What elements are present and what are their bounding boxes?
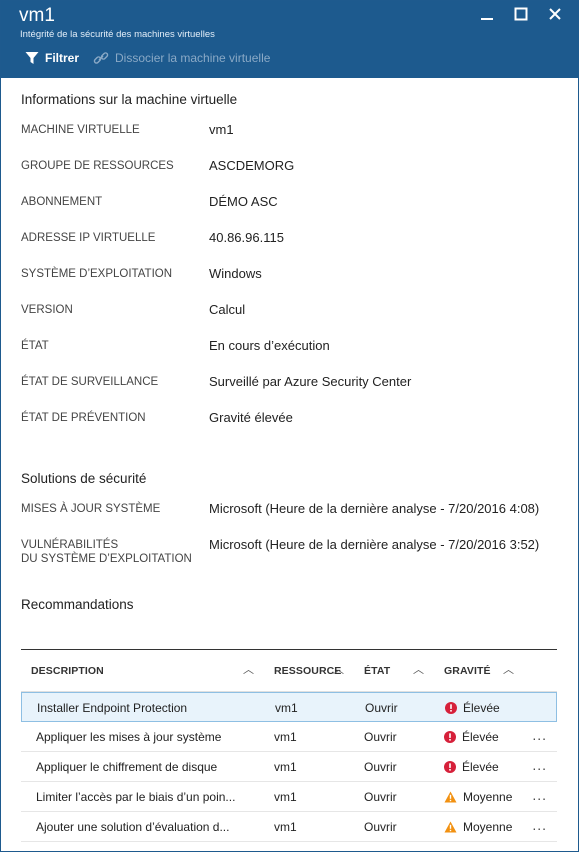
prop-label-monitoring: ÉTAT DE SURVEILLANCE	[21, 376, 159, 388]
prop-value-state: En cours d’exécution	[209, 338, 330, 353]
error-icon	[444, 731, 456, 743]
row-description: Limiter l’accès par le biais d’un poin..…	[36, 790, 236, 804]
table-row[interactable]: Installer Endpoint Protection vm1 Ouvrir…	[21, 692, 557, 722]
row-severity-label: Élevée	[462, 730, 499, 744]
maximize-icon	[514, 7, 528, 21]
minimize-button[interactable]	[478, 5, 496, 23]
table-row[interactable]: Appliquer le chiffrement de disque vm1 O…	[21, 752, 557, 782]
close-icon	[549, 8, 561, 20]
more-options-button[interactable]: ...	[532, 757, 547, 773]
row-description: Ajouter une solution d’évaluation d...	[36, 820, 230, 834]
row-resource: vm1	[274, 820, 297, 834]
prop-label-subscription: ABONNEMENT	[21, 196, 103, 208]
table-row[interactable]: Appliquer les mises à jour système vm1 O…	[21, 722, 557, 752]
filter-icon	[25, 52, 39, 64]
blade-subtitle: Intégrité de la sécurité des machines vi…	[20, 29, 215, 40]
table-row[interactable]: Ajouter une solution d’évaluation d... v…	[21, 812, 557, 842]
prop-label-vm: MACHINE VIRTUELLE	[21, 124, 140, 136]
row-severity-label: Moyenne	[463, 790, 513, 804]
row-resource: vm1	[274, 760, 297, 774]
error-icon	[444, 761, 456, 773]
row-resource: vm1	[274, 790, 297, 804]
filter-button[interactable]: Filtrer	[25, 51, 79, 65]
maximize-button[interactable]	[512, 5, 530, 23]
prop-label-os-vuln-line2: DU SYSTÈME D’EXPLOITATION	[21, 553, 192, 565]
vm-security-blade: vm1 Intégrité de la sécurité des machine…	[0, 0, 579, 852]
sort-state-icon[interactable]: ︿	[413, 661, 424, 677]
row-severity-label: Élevée	[462, 760, 499, 774]
detach-vm-button[interactable]: Dissocier la machine virtuelle	[93, 51, 270, 65]
prop-label-system-updates: MISES À JOUR SYSTÈME	[21, 503, 161, 515]
prop-value-os-vulnerabilities: Microsoft (Heure de la dernière analyse …	[209, 537, 540, 552]
recommendations-table: DESCRIPTION ︿ RESSOURCE ︿ ÉTAT ︿ GRAVITÉ…	[21, 649, 557, 842]
prop-value-ip: 40.86.96.115	[209, 230, 284, 245]
blade-title: vm1	[19, 5, 55, 26]
sort-description-icon[interactable]: ︿	[243, 661, 254, 677]
row-resource: vm1	[274, 730, 297, 744]
minimize-icon	[481, 18, 493, 20]
warning-icon	[444, 791, 457, 803]
error-icon	[445, 702, 457, 714]
prop-label-prevention: ÉTAT DE PRÉVENTION	[21, 412, 146, 424]
prop-label-state: ÉTAT	[21, 340, 49, 352]
prop-label-os-vuln-line1: VULNÉRABILITÉS	[21, 539, 119, 551]
column-description[interactable]: DESCRIPTION	[31, 665, 104, 677]
row-severity: Élevée	[444, 760, 499, 774]
row-state: Ouvrir	[364, 790, 397, 804]
prop-label-os-vulnerabilities: VULNÉRABILITÉS DU SYSTÈME D’EXPLOITATION	[21, 538, 192, 566]
table-header: DESCRIPTION ︿ RESSOURCE ︿ ÉTAT ︿ GRAVITÉ…	[21, 650, 557, 692]
vm-info-title: Informations sur la machine virtuelle	[21, 92, 238, 107]
row-description: Installer Endpoint Protection	[37, 701, 188, 715]
row-severity: Élevée	[444, 730, 499, 744]
table-row[interactable]: Limiter l’accès par le biais d’un poin..…	[21, 782, 557, 812]
row-severity: Moyenne	[444, 820, 512, 834]
prop-label-ip: ADRESSE IP VIRTUELLE	[21, 232, 156, 244]
sort-severity-icon[interactable]: ︿	[503, 661, 514, 677]
row-severity: Élevée	[445, 701, 500, 715]
prop-label-resource-group: GROUPE DE RESSOURCES	[21, 160, 174, 172]
more-options-button[interactable]: ...	[532, 727, 547, 743]
prop-value-version: Calcul	[209, 302, 246, 317]
column-state[interactable]: ÉTAT	[364, 665, 390, 677]
prop-value-monitoring: Surveillé par Azure Security Center	[209, 374, 412, 389]
prop-value-vm: vm1	[209, 122, 234, 137]
column-resource[interactable]: RESSOURCE	[274, 665, 341, 677]
blade-header: vm1 Intégrité de la sécurité des machine…	[1, 1, 578, 78]
filter-label: Filtrer	[45, 51, 80, 65]
detach-vm-label: Dissocier la machine virtuelle	[115, 51, 271, 65]
prop-value-system-updates: Microsoft (Heure de la dernière analyse …	[209, 501, 540, 516]
row-state: Ouvrir	[364, 730, 397, 744]
row-severity: Moyenne	[444, 790, 512, 804]
warning-icon	[444, 821, 457, 833]
prop-value-resource-group: ASCDEMORG	[209, 158, 295, 173]
blade-toolbar: Filtrer Dissocier la machine virtuelle	[25, 51, 270, 65]
row-severity-label: Élevée	[463, 701, 500, 715]
prop-value-os: Windows	[209, 266, 262, 281]
prop-label-version: VERSION	[21, 304, 73, 316]
more-options-button[interactable]: ...	[532, 817, 547, 833]
prop-label-os: SYSTÈME D’EXPLOITATION	[21, 268, 173, 280]
prop-value-subscription: DÉMO ASC	[209, 194, 278, 209]
row-severity-label: Moyenne	[463, 820, 513, 834]
sort-resource-icon[interactable]: ︿	[333, 661, 344, 677]
link-icon	[93, 52, 109, 64]
recommendations-title: Recommandations	[21, 597, 134, 612]
close-button[interactable]	[546, 5, 564, 23]
row-state: Ouvrir	[364, 760, 397, 774]
prop-value-prevention: Gravité élevée	[209, 410, 293, 425]
row-resource: vm1	[275, 701, 298, 715]
column-severity[interactable]: GRAVITÉ	[444, 665, 491, 677]
row-description: Appliquer le chiffrement de disque	[36, 760, 218, 774]
row-description: Appliquer les mises à jour système	[36, 730, 222, 744]
more-options-button[interactable]: ...	[532, 787, 547, 803]
row-state: Ouvrir	[365, 701, 398, 715]
row-state: Ouvrir	[364, 820, 397, 834]
security-solutions-title: Solutions de sécurité	[21, 471, 147, 486]
window-controls	[478, 5, 564, 23]
